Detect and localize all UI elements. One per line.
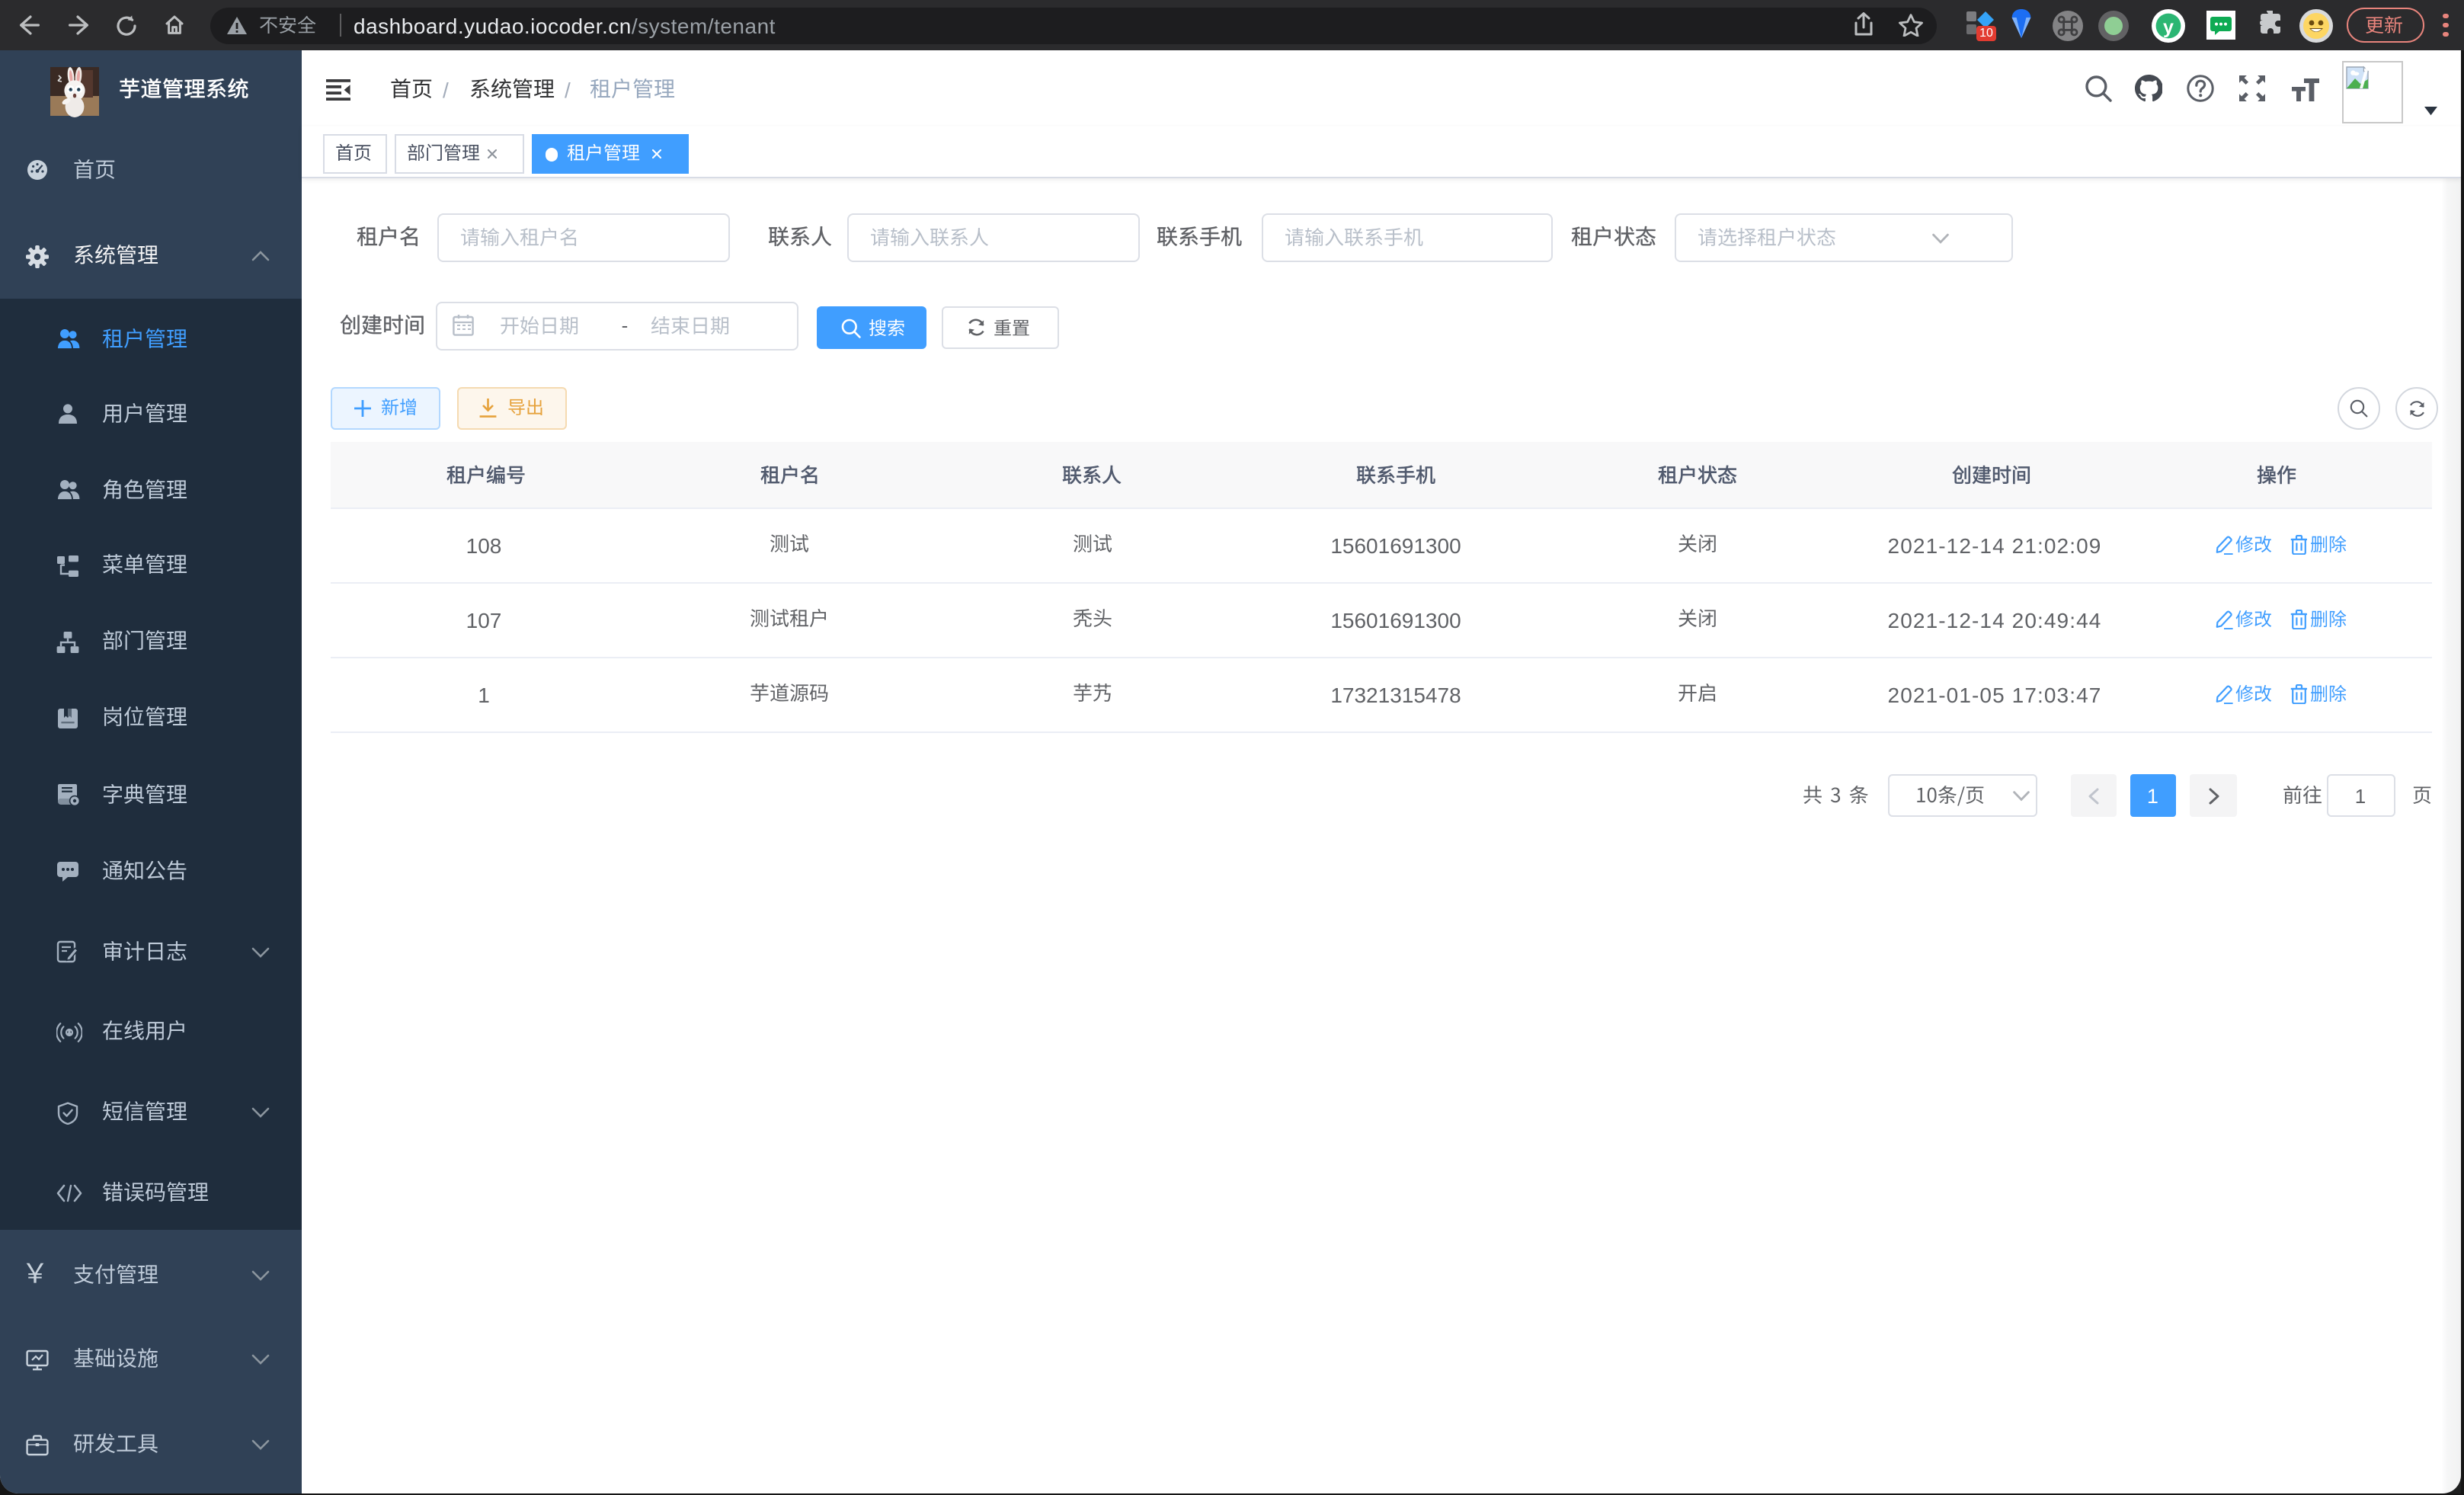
svg-text:y: y [2163, 16, 2174, 37]
